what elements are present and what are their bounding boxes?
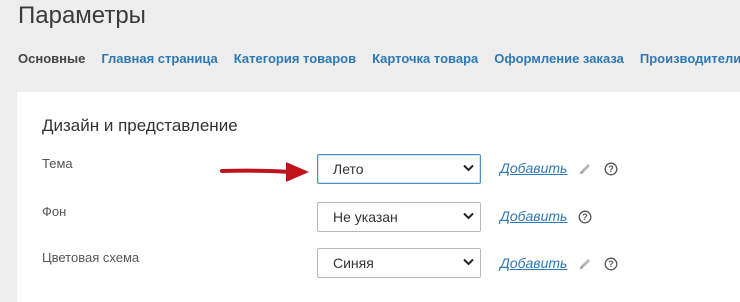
color-scheme-label: Цветовая схема bbox=[42, 250, 140, 265]
chevron-down-icon bbox=[463, 258, 474, 266]
settings-panel: Дизайн и представление Тема Лето Добавит… bbox=[17, 92, 740, 302]
theme-select-value: Лето bbox=[333, 161, 364, 177]
background-label: Фон bbox=[42, 204, 67, 219]
pencil-icon[interactable] bbox=[578, 257, 592, 271]
svg-text:?: ? bbox=[608, 259, 614, 269]
chevron-down-icon bbox=[463, 212, 474, 220]
tab-manufacturers[interactable]: Производители bbox=[640, 51, 740, 66]
help-icon[interactable]: ? bbox=[604, 257, 618, 271]
color-scheme-select-value: Синяя bbox=[333, 255, 374, 271]
color-scheme-add-link[interactable]: Добавить bbox=[500, 255, 567, 271]
tab-home-page[interactable]: Главная страница bbox=[101, 51, 217, 66]
background-select[interactable]: Не указан bbox=[317, 202, 481, 232]
theme-label: Тема bbox=[42, 156, 73, 171]
help-icon[interactable]: ? bbox=[578, 210, 592, 224]
section-title: Дизайн и представление bbox=[42, 116, 238, 135]
background-select-value: Не указан bbox=[333, 209, 398, 225]
pencil-icon[interactable] bbox=[578, 162, 592, 176]
tab-product-category[interactable]: Категория товаров bbox=[234, 51, 356, 66]
tab-bar: Основные Главная страница Категория това… bbox=[18, 51, 740, 66]
help-icon[interactable]: ? bbox=[604, 162, 618, 176]
svg-text:?: ? bbox=[582, 212, 588, 222]
theme-select[interactable]: Лето bbox=[317, 154, 481, 184]
tab-product-card[interactable]: Карточка товара bbox=[372, 51, 478, 66]
tab-main[interactable]: Основные bbox=[18, 51, 85, 66]
color-scheme-select[interactable]: Синяя bbox=[317, 248, 481, 278]
svg-text:?: ? bbox=[608, 164, 614, 174]
tab-checkout[interactable]: Оформление заказа bbox=[494, 51, 624, 66]
background-add-link[interactable]: Добавить bbox=[500, 208, 567, 224]
chevron-down-icon bbox=[463, 164, 474, 172]
page-title: Параметры bbox=[18, 2, 146, 29]
theme-add-link[interactable]: Добавить bbox=[500, 160, 567, 176]
